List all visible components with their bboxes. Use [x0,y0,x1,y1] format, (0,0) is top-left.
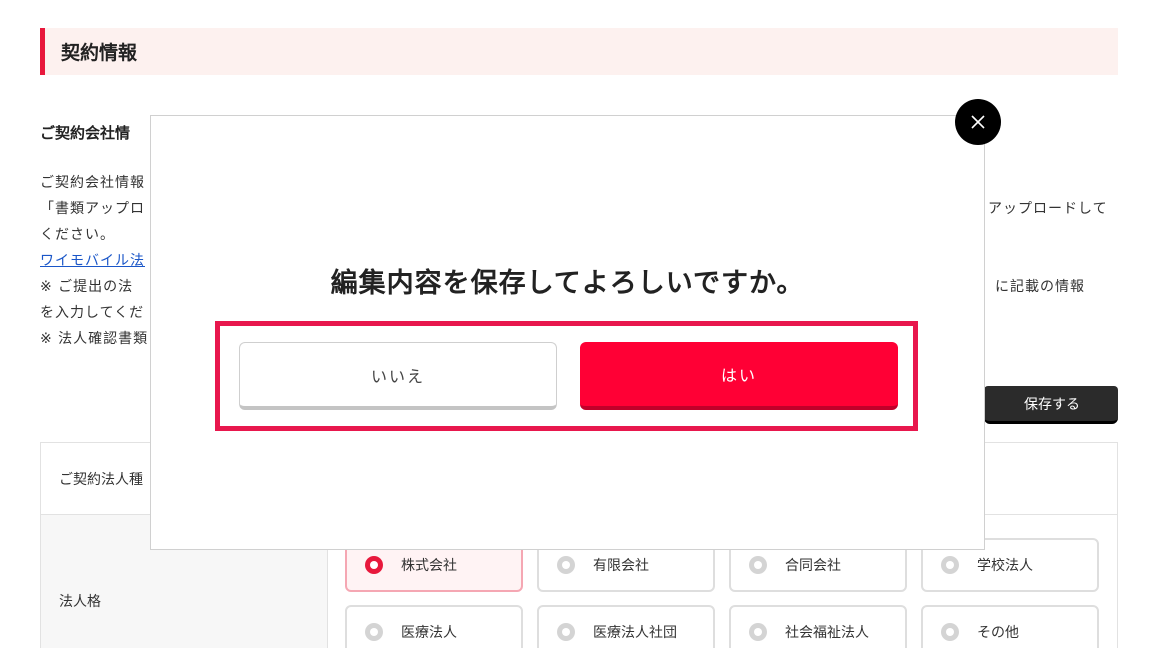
description-line: 「書類アップロ [40,201,145,217]
corp-type-option-label: 医療法人 [401,625,457,641]
corp-type-label: 法人格 [59,594,101,610]
radio-icon [749,556,767,574]
section-title: 契約情報 [61,42,138,64]
description-line: アップロードして [988,201,1108,217]
confirm-message: 編集内容を保存してよろしいですか。 [330,268,805,299]
save-button-label: 保存する [1024,396,1080,413]
description-line: ※ 法人確認書類 [40,331,149,347]
description-line: ※ ご提出の法 [40,279,134,295]
no-button[interactable]: いいえ [239,342,557,410]
corp-type-option[interactable]: 医療法人 [345,605,523,648]
description-line: ご契約会社情報 [40,175,145,191]
radio-icon [365,623,383,641]
yes-button-label: はい [720,366,757,385]
section-header: 契約情報 [40,28,1118,75]
radio-icon [941,556,959,574]
radio-icon [557,556,575,574]
corp-type-option[interactable]: 社会福祉法人 [729,605,907,648]
radio-icon [941,623,959,641]
description-line: 」）に記載の情報 [972,279,1085,295]
corp-type-option-label: 有限会社 [593,558,649,574]
corp-type-option-label: 社会福祉法人 [785,625,869,641]
close-icon [971,115,985,129]
yes-button[interactable]: はい [580,342,898,410]
corp-type-option-label: 株式会社 [401,558,457,574]
radio-selected-icon [365,556,383,574]
modal-close-button[interactable] [955,99,1001,145]
description-line: を入力してくだ [40,305,145,321]
save-button[interactable]: 保存する [984,386,1118,424]
radio-icon [557,623,575,641]
confirm-dialog: 編集内容を保存してよろしいですか。 いいえ はい [150,115,985,550]
corp-type-option-label: 合同会社 [785,558,841,574]
contract-type-label: ご契約法人種 [59,472,143,488]
no-button-label: いいえ [370,366,425,386]
description-line: ください。 [40,227,115,243]
corp-type-option[interactable]: 医療法人社団 [537,605,715,648]
company-info-subtitle: ご契約会社情 [40,124,131,142]
radio-icon [749,623,767,641]
ymobile-corporate-link[interactable]: ワイモバイル法 [40,250,145,270]
corp-type-option[interactable]: その他 [921,605,1099,648]
corp-type-option-label: その他 [977,625,1019,641]
corp-type-option-label: 学校法人 [977,558,1033,574]
corp-type-option-label: 医療法人社団 [593,625,677,641]
